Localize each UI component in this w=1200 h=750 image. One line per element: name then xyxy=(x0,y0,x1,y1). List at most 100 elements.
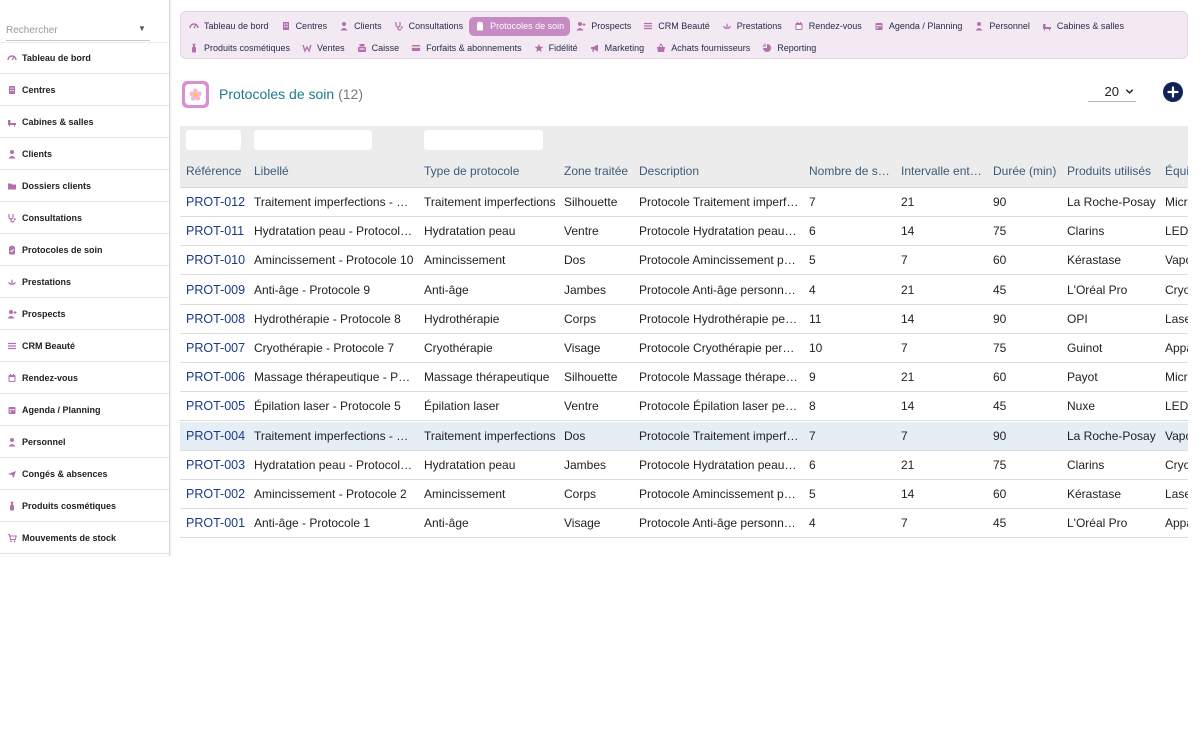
sidebar-item-clients[interactable]: Clients xyxy=(0,138,169,170)
cell-intervalle-entre-seances: 21 xyxy=(901,370,915,384)
reference-link[interactable]: PROT-009 xyxy=(186,283,250,297)
dashboard-icon xyxy=(189,21,204,31)
tab-centres[interactable]: Centres xyxy=(275,17,334,36)
tab-caisse[interactable]: Caisse xyxy=(351,39,406,58)
tab-marketing[interactable]: Marketing xyxy=(584,39,651,58)
sidebar-item-produits-cosmetiques[interactable]: Produits cosmétiques xyxy=(0,490,169,522)
column-header-intervalle-entre-seances[interactable]: Intervalle entre séances xyxy=(901,164,983,178)
tab-cabines-salles[interactable]: Cabines & salles xyxy=(1036,17,1130,36)
tab-produits-cosmetiques[interactable]: Produits cosmétiques xyxy=(183,39,296,58)
bottle-icon xyxy=(189,43,204,53)
sidebar-item-label: Clients xyxy=(22,148,53,159)
chevron-down-icon xyxy=(1125,89,1134,94)
search-input[interactable] xyxy=(6,23,150,41)
table-row[interactable]: PROT-008 Hydrothérapie - Protocole 8 Hydro… xyxy=(180,305,1188,334)
sidebar-item-conges-absences[interactable]: Congés & absences xyxy=(0,458,169,490)
tab-agenda-planning[interactable]: Agenda / Planning xyxy=(868,17,969,36)
sidebar-item-protocoles-de-soin[interactable]: Protocoles de soin xyxy=(0,234,169,266)
reference-link[interactable]: PROT-006 xyxy=(186,370,250,384)
filter-type-input[interactable] xyxy=(424,130,543,150)
reference-link[interactable]: PROT-002 xyxy=(186,487,250,501)
tab-protocoles-de-soin[interactable]: Protocoles de soin xyxy=(469,16,571,36)
sidebar-item-consultations[interactable]: Consultations xyxy=(0,202,169,234)
basket-icon xyxy=(656,43,671,53)
reference-link[interactable]: PROT-003 xyxy=(186,458,250,472)
sidebar-item-crm-beaute[interactable]: CRM Beauté xyxy=(0,330,169,362)
table-row[interactable]: PROT-004 Traitement imperfections - Proto… xyxy=(180,422,1188,451)
reference-link[interactable]: PROT-005 xyxy=(186,399,250,413)
cell-description: Protocole Amincissement personnalisé xyxy=(639,487,799,501)
table-row[interactable]: PROT-011 Hydratation peau - Protocole 11 H… xyxy=(180,217,1188,246)
sidebar-item-personnel[interactable]: Personnel xyxy=(0,426,169,458)
tab-tableau-de-bord[interactable]: Tableau de bord xyxy=(183,17,275,36)
tab-consultations[interactable]: Consultations xyxy=(388,17,470,36)
sidebar-item-tableau-de-bord[interactable]: Tableau de bord xyxy=(0,42,169,74)
tab-crm-beaute[interactable]: CRM Beauté xyxy=(637,17,716,36)
cell-nombre-de-seances: 7 xyxy=(809,195,816,209)
table-row[interactable]: PROT-009 Anti-âge - Protocole 9 Anti-âge Ja… xyxy=(180,276,1188,305)
table-row[interactable]: PROT-001 Anti-âge - Protocole 1 Anti-âge Vi… xyxy=(180,509,1188,538)
cell-duree-min: 45 xyxy=(993,283,1007,297)
sidebar-item-dossiers-clients[interactable]: Dossiers clients xyxy=(0,170,169,202)
reference-link[interactable]: PROT-010 xyxy=(186,253,250,267)
cell-equipements: Appareil xyxy=(1165,516,1188,530)
sidebar-search: ▼ xyxy=(0,0,169,42)
column-header-equipements[interactable]: Équipements xyxy=(1165,164,1188,178)
reference-link[interactable]: PROT-004 xyxy=(186,429,250,443)
column-header-zone-traitee[interactable]: Zone traitée xyxy=(564,164,634,178)
reference-link[interactable]: PROT-008 xyxy=(186,312,250,326)
filter-reference-input[interactable] xyxy=(186,130,241,150)
tab-personnel[interactable]: Personnel xyxy=(968,17,1036,36)
reference-link[interactable]: PROT-012 xyxy=(186,195,250,209)
sidebar-item-mouvements-de-stock[interactable]: Mouvements de stock xyxy=(0,522,169,554)
column-header-type-de-protocole[interactable]: Type de protocole xyxy=(424,164,560,178)
cell-description: Protocole Amincissement personnalisé xyxy=(639,253,799,267)
table-row[interactable]: PROT-010 Amincissement - Protocole 10 Amin… xyxy=(180,246,1188,275)
reference-link[interactable]: PROT-007 xyxy=(186,341,250,355)
column-header-reference[interactable]: Référence xyxy=(186,164,250,178)
agenda-icon xyxy=(6,404,17,415)
sidebar-item-cabines-salles[interactable]: Cabines & salles xyxy=(0,106,169,138)
column-header-duree-min[interactable]: Durée (min) xyxy=(993,164,1059,178)
filter-libelle-input[interactable] xyxy=(254,130,372,150)
add-button[interactable] xyxy=(1163,82,1183,102)
sidebar-item-prospects[interactable]: Prospects xyxy=(0,298,169,330)
sidebar-item-prestations[interactable]: Prestations xyxy=(0,266,169,298)
tab-label: Consultations xyxy=(408,21,464,31)
cell-produits-utilises: Nuxe xyxy=(1067,399,1096,413)
reference-link[interactable]: PROT-011 xyxy=(186,224,250,238)
tab-label: Protocoles de soin xyxy=(490,21,565,31)
table-row[interactable]: PROT-007 Cryothérapie - Protocole 7 Cryoth… xyxy=(180,334,1188,363)
page-size-select[interactable]: 20 xyxy=(1088,82,1136,102)
column-header-nombre-de-seances[interactable]: Nombre de séances xyxy=(809,164,891,178)
tab-prospects[interactable]: Prospects xyxy=(570,17,637,36)
caret-down-icon[interactable]: ▼ xyxy=(138,24,146,33)
sidebar-item-centres[interactable]: Centres xyxy=(0,74,169,106)
table-row[interactable]: PROT-012 Traitement imperfections - Proto… xyxy=(180,188,1188,217)
tab-reporting[interactable]: Reporting xyxy=(756,39,822,58)
tab-rendez-vous[interactable]: Rendez-vous xyxy=(788,17,868,36)
tab-fidelite[interactable]: Fidélité xyxy=(528,39,584,58)
column-header-description[interactable]: Description xyxy=(639,164,799,178)
register-icon xyxy=(357,43,372,53)
table-row[interactable]: PROT-002 Amincissement - Protocole 2 Aminc… xyxy=(180,480,1188,509)
cell-produits-utilises: L'Oréal Pro xyxy=(1067,516,1128,530)
reference-link[interactable]: PROT-001 xyxy=(186,516,250,530)
tab-ventes[interactable]: Ventes xyxy=(296,39,351,58)
tab-clients[interactable]: Clients xyxy=(333,17,388,36)
cell-description: Protocole Hydrothérapie personnalisé xyxy=(639,312,799,326)
cell-equipements: Cryo xyxy=(1165,283,1188,297)
cell-description: Protocole Traitement imperfections perso… xyxy=(639,429,799,443)
sidebar-item-rendez-vous[interactable]: Rendez-vous xyxy=(0,362,169,394)
tab-achats-fournisseurs[interactable]: Achats fournisseurs xyxy=(650,39,756,58)
sidebar-item-agenda-planning[interactable]: Agenda / Planning xyxy=(0,394,169,426)
column-header-produits-utilises[interactable]: Produits utilisés xyxy=(1067,164,1161,178)
table-row[interactable]: PROT-006 Massage thérapeutique - Protocol… xyxy=(180,363,1188,392)
cell-intervalle-entre-seances: 7 xyxy=(901,516,908,530)
table-row[interactable]: PROT-005 Épilation laser - Protocole 5 Épi… xyxy=(180,392,1188,421)
sidebar-item-label: Consultations xyxy=(22,212,82,223)
tab-forfaits-abonnements[interactable]: Forfaits & abonnements xyxy=(405,39,528,58)
tab-prestations[interactable]: Prestations xyxy=(716,17,788,36)
table-row[interactable]: PROT-003 Hydratation peau - Protocole 3 Hy… xyxy=(180,451,1188,480)
column-header-libelle[interactable]: Libellé xyxy=(254,164,414,178)
